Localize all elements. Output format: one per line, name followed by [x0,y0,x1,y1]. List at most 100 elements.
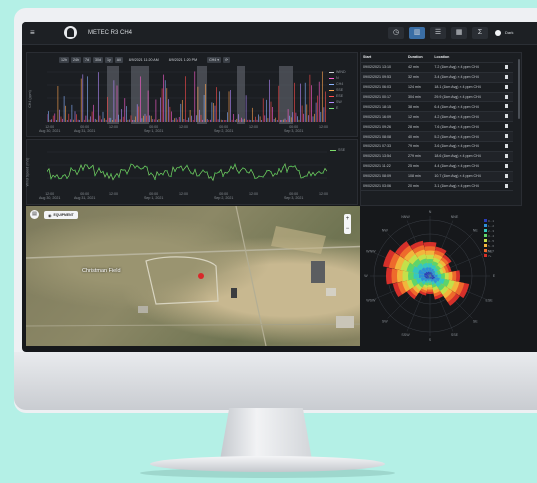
event-row[interactable]: 09/02/2021 08:09 108 min 10.7 (1km Avg) × … [361,171,513,182]
event-row[interactable]: 09/02/2021 06:03 124 min 18.1 (1km Avg) × … [361,82,513,93]
document-icon[interactable] [505,84,509,89]
event-row[interactable]: 09/02/2021 09:53 32 min 3.4 (1km Avg) × 4 … [361,72,513,83]
col-start[interactable]: Start [361,53,406,63]
col-duration[interactable]: Duration [405,53,433,63]
refresh-icon[interactable]: ⟳ [223,57,231,63]
hamburger-icon[interactable]: ≡ [30,28,35,37]
zoom-in-button[interactable]: + [344,214,351,224]
event-row[interactable]: 09/02/2021 08:08 40 min 5.2 (1km Avg) × 4 … [361,131,513,143]
x-tick-label: 00:00 Aug 31, 2021 [74,192,96,200]
document-icon[interactable] [505,104,509,109]
event-start: 09/02/2021 00:17 [361,92,406,103]
range-button[interactable]: 12h [59,57,69,63]
event-location: 5.2 (1km Avg) × 4 ppm CH4 [432,131,504,143]
wind-point [178,166,180,169]
gas-select[interactable]: CH4 ▾ [207,57,222,63]
legend-item[interactable]: E [329,105,346,111]
wind-point [142,167,144,169]
wind-point [90,166,92,169]
wind-point [166,170,168,172]
equipment-button[interactable]: ◉ EQUIPMENT [44,211,78,219]
x-tick-label: 12:00 [179,125,188,129]
map-panel[interactable]: ▤ ◉ EQUIPMENT Christman Field + − [26,206,376,346]
document-icon[interactable] [505,94,509,99]
wind-rose-legend: 0 - 11 - 22 - 33 - 44 - 55 - 66 - 7 7+ [484,218,494,258]
theme-toggle-icon[interactable] [495,30,501,36]
wind-point [310,174,312,177]
events-panel: Start Duration Location 09/02/2021 13:10… [360,52,522,206]
event-start: 09/02/2021 09:26 [361,121,406,133]
app-topbar: ≡ METEC R3 CH4 ◷ ▥ ☰ ▦ Σ Dark [22,22,537,45]
start-date[interactable]: 8/9/2021 11:20 AM [129,57,159,63]
document-icon[interactable] [505,124,509,129]
event-row[interactable]: 09/02/2021 11:22 25 min 4.4 (1km Avg) × 4 … [361,161,513,172]
events-scrollbar[interactable] [518,59,520,119]
wind-point [246,171,248,173]
direction-label: E [493,274,496,278]
event-row[interactable]: 09/02/2021 09:26 28 min 7.6 (1km Avg) × 4 … [361,121,513,133]
event-row[interactable]: 09/02/2021 07:33 79 min 3.6 (1km Avg) × 4 … [361,141,513,152]
event-row[interactable]: 09/02/2021 13:10 42 min 7.2 (1km Avg) × 4 … [361,62,513,73]
event-start: 09/02/2021 07:33 [361,141,406,152]
range-button[interactable]: 7d [83,57,91,63]
monitor-stand-base [150,456,385,472]
zoom-out-button[interactable]: − [344,224,351,234]
document-icon[interactable] [505,163,509,168]
direction-label: NE [473,229,479,233]
document-icon[interactable] [505,134,509,139]
wind-point [110,173,112,175]
wind-chart-panel: Wind Speed (m/s) 642 SSE 12:00Aug 30, 20… [25,139,358,205]
wind-point [158,174,160,176]
x-tick-label: 12:00 [109,125,118,129]
wind-point [146,166,148,169]
sigma-icon[interactable]: Σ [472,27,488,39]
wind-point [318,170,320,173]
event-start: 09/02/2021 11:22 [361,161,406,172]
document-icon[interactable] [505,153,509,158]
document-icon[interactable] [505,74,509,79]
event-row[interactable]: 09/02/2021 03:06 20 min 3.1 (1km Avg) × 4 … [361,181,513,192]
event-row[interactable]: 09/02/2021 13:54 279 min 18.6 (1km Avg) × … [361,151,513,162]
end-date[interactable]: 8/9/2021 1:20 PM [169,57,197,63]
concentration-legend: WIND N CH4 SSE ESE SW E [329,69,346,111]
wind-point [106,172,108,174]
wind-point [130,163,132,166]
event-row[interactable]: 09/02/2021 16:09 12 min 4.2 (1km Avg) × 4 … [361,111,513,123]
range-button[interactable]: 1y [105,57,113,63]
rose-legend-item: 7+ [484,253,494,258]
map-menu-icon[interactable]: ▤ [30,210,39,219]
wind-point [94,174,96,177]
document-icon[interactable] [505,173,509,178]
range-button[interactable]: All [114,57,123,63]
event-start: 09/02/2021 08:09 [361,171,406,182]
wind-point [194,168,196,171]
wind-point [206,171,208,173]
wind-rose-chart[interactable]: NNNENEENEEESESESSESSSWSWWSWWWNWNWNNW [360,206,502,346]
document-icon[interactable] [505,64,509,69]
document-icon[interactable] [505,183,509,188]
clock-icon[interactable]: ◷ [388,27,404,39]
event-row[interactable]: 09/02/2021 00:17 304 min 29.9 (1km Avg) × … [361,92,513,103]
col-location[interactable]: Location [432,53,504,63]
event-row[interactable]: 09/02/2021 18:15 38 min 6.4 (1km Avg) × 4 … [361,101,513,113]
x-tick-label: 12:00 [319,192,328,196]
range-button[interactable]: 30d [93,57,103,63]
document-icon[interactable] [505,143,509,148]
concentration-plot[interactable]: 8642 [47,66,327,124]
document-icon[interactable] [505,114,509,119]
wind-point [98,167,100,169]
wind-point [226,172,228,174]
wind-plot[interactable]: 642 [47,146,327,190]
zoom-controls: + − [344,214,351,234]
x-tick-label: 00:00 Aug 31, 2021 [74,125,96,133]
wind-point [270,171,272,173]
wind-point [190,172,192,174]
chart-icon[interactable]: ▥ [409,27,425,39]
layers-icon[interactable]: ☰ [430,27,446,39]
concentration-xaxis: 12:00 Aug 30, 2021 00:00 Aug 31, 2021 12:00 0… [39,125,328,135]
wind-point [230,165,232,168]
event-location: 18.1 (1km Avg) × 4 ppm CH4 [432,82,504,93]
wind-point [150,172,152,174]
grid-icon[interactable]: ▦ [451,27,467,39]
range-button[interactable]: 24h [71,57,81,63]
